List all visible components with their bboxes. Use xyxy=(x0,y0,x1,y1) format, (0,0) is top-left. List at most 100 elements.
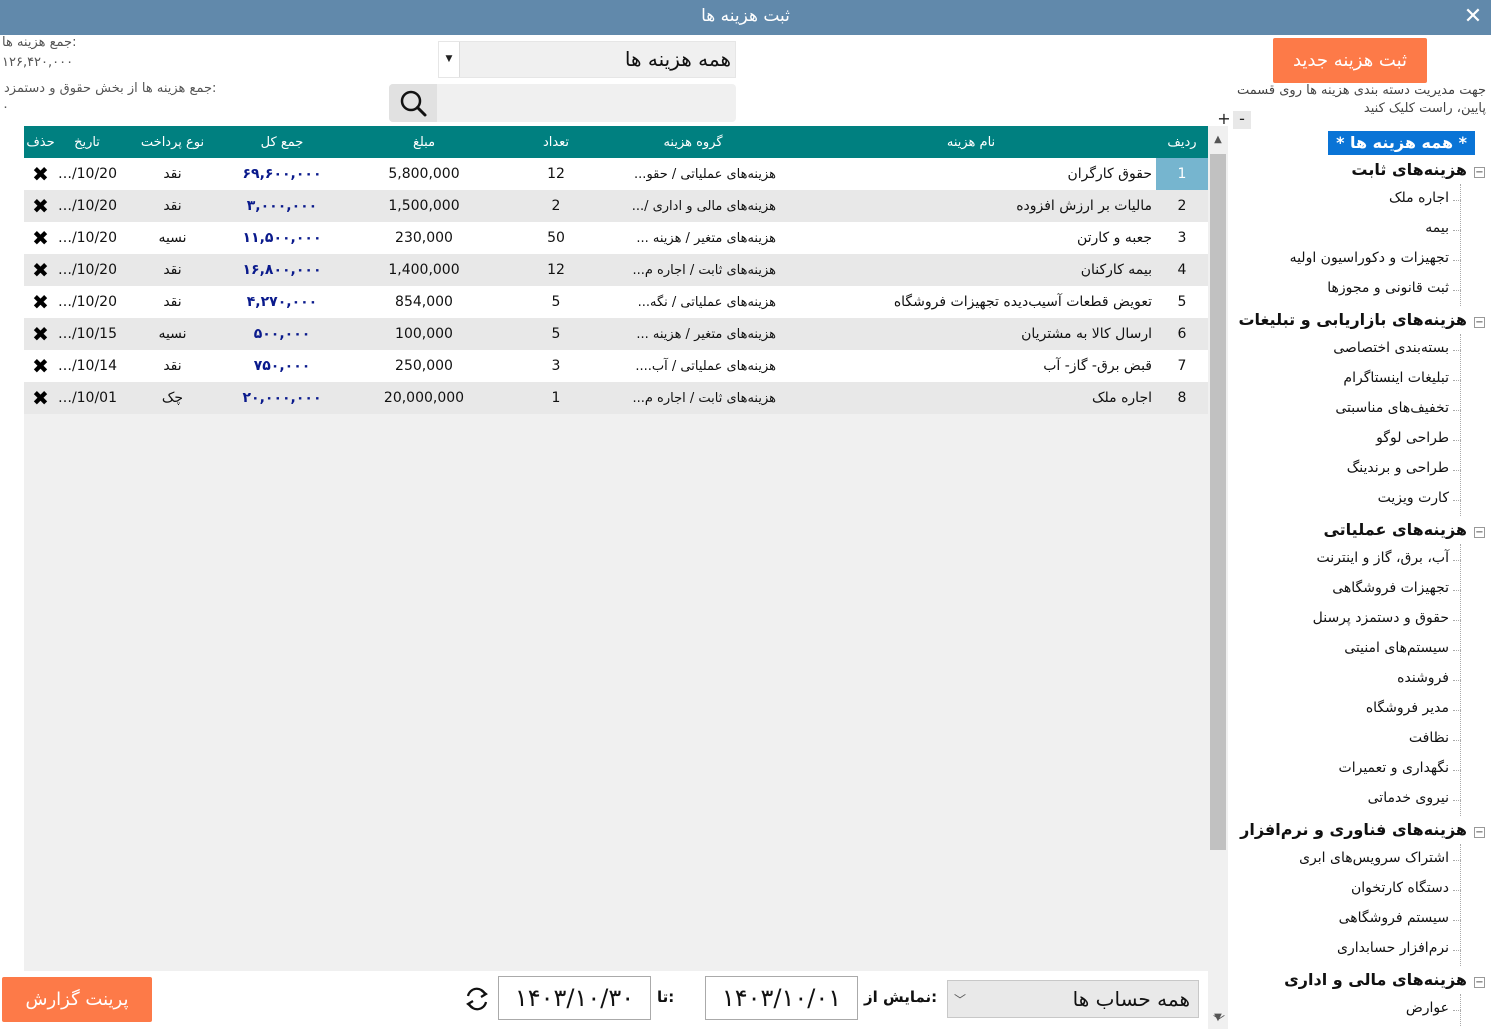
header-date[interactable]: تاریخ xyxy=(57,126,117,158)
tree-item[interactable]: فروشنده xyxy=(1397,670,1449,686)
tree-item[interactable]: سیستم فروشگاهی xyxy=(1339,910,1449,926)
tree-item[interactable]: بیمه xyxy=(1425,220,1449,236)
tree-item[interactable]: سیستم‌های امنیتی xyxy=(1344,640,1449,656)
tree-item[interactable]: تبلیغات اینستاگرام xyxy=(1343,370,1449,386)
tree-item[interactable]: حقوق و دستمزد پرسنل xyxy=(1313,610,1449,626)
tree-root-all-expenses[interactable]: * همه هزینه ها * xyxy=(1328,131,1475,155)
delete-icon[interactable]: ✖ xyxy=(32,386,49,410)
tree-category[interactable]: هزینه‌های عملیاتی xyxy=(1323,520,1467,539)
collapse-all-button[interactable]: - xyxy=(1233,111,1251,129)
collapse-toggle-icon[interactable]: − xyxy=(1474,317,1485,328)
tree-item[interactable]: تجهیزات فروشگاهی xyxy=(1332,580,1449,596)
chevron-down-icon[interactable]: ﹀ xyxy=(954,991,966,1008)
tree-category[interactable]: هزینه‌های فناوری و نرم‌افزار xyxy=(1240,820,1467,839)
expense-name: مالیات بر ارزش افزوده xyxy=(1016,198,1152,214)
tree-item[interactable]: اشتراک سرویس‌های ابری xyxy=(1299,850,1449,866)
table-row[interactable]: 6 ارسال کالا به مشتریان هزینه‌های متغیر / … xyxy=(24,318,1208,350)
scroll-up-icon[interactable]: ▲ xyxy=(1208,126,1228,154)
expense-date: 1403/10/20 xyxy=(57,198,117,214)
table-row[interactable]: 4 بیمه کارکنان هزینه‌های ثابت / اجاره م...… xyxy=(24,254,1208,286)
header-payment[interactable]: نوع پرداخت xyxy=(117,126,228,158)
delete-icon[interactable]: ✖ xyxy=(32,162,49,186)
expense-date: 1403/10/15 xyxy=(57,326,117,342)
account-select-value: همه حساب ها xyxy=(1072,987,1190,1011)
expense-group: هزینه‌های ثابت / اجاره م... xyxy=(632,390,776,406)
expense-group: هزینه‌های ثابت / اجاره م... xyxy=(632,262,776,278)
table-row[interactable]: 3 جعبه و کارتن هزینه‌های متغیر / هزینه ...… xyxy=(24,222,1208,254)
dropdown-arrow-icon[interactable]: ▼ xyxy=(439,42,460,77)
table-row[interactable]: 7 قبض برق- گاز- آب هزینه‌های عملیاتی / آب.… xyxy=(24,350,1208,382)
refresh-icon[interactable] xyxy=(462,983,492,1015)
tree-item[interactable]: نرم‌افزار حسابداری xyxy=(1337,940,1449,956)
delete-row-button[interactable]: ✖ xyxy=(24,318,57,350)
table-row[interactable]: 2 مالیات بر ارزش افزوده هزینه‌های مالی و ا… xyxy=(24,190,1208,222)
expense-amount: 230,000 xyxy=(395,230,453,246)
delete-row-button[interactable]: ✖ xyxy=(24,286,57,318)
tree-connector xyxy=(1460,184,1461,306)
header-total[interactable]: جمع کل xyxy=(228,126,336,158)
tree-category[interactable]: هزینه‌های ثابت xyxy=(1351,160,1467,179)
tree-item[interactable]: نگهداری و تعمیرات xyxy=(1339,760,1449,776)
tree-item[interactable]: تجهیزات و دکوراسیون اولیه xyxy=(1290,250,1449,266)
tree-item[interactable]: بسته‌بندی اختصاصی xyxy=(1333,340,1449,356)
print-report-button[interactable]: پرینت گزارش xyxy=(2,977,152,1022)
payment-type: نقد xyxy=(163,198,182,214)
delete-row-button[interactable]: ✖ xyxy=(24,350,57,382)
delete-icon[interactable]: ✖ xyxy=(32,290,49,314)
table-row[interactable]: 1 حقوق کارگران هزینه‌های عملیاتی / حقو... 1… xyxy=(24,158,1208,190)
expense-total: ۷۵۰,۰۰۰ xyxy=(253,358,311,374)
tree-item[interactable]: کارت ویزیت xyxy=(1378,490,1449,506)
tree-item[interactable]: اجاره ملک xyxy=(1389,190,1449,206)
new-expense-button[interactable]: ثبت هزینه جدید xyxy=(1273,38,1427,83)
tree-category[interactable]: هزینه‌های مالی و اداری xyxy=(1284,970,1467,989)
search-input[interactable] xyxy=(439,88,729,118)
expand-all-button[interactable]: + xyxy=(1215,111,1233,129)
table-row[interactable]: 5 تعویض قطعات آسیب‌دیده تجهیزات فروشگاه هز… xyxy=(24,286,1208,318)
tree-item[interactable]: نیروی خدماتی xyxy=(1368,790,1449,806)
header-group[interactable]: گروه هزینه xyxy=(600,126,786,158)
tree-connector xyxy=(1460,844,1461,966)
expense-amount: 854,000 xyxy=(395,294,453,310)
header-amount[interactable]: مبلغ xyxy=(336,126,512,158)
delete-row-button[interactable]: ✖ xyxy=(24,158,57,190)
scroll-thumb[interactable] xyxy=(1210,154,1226,850)
category-select[interactable]: ▼ همه هزینه ها xyxy=(438,41,736,78)
tree-scroll-down-icon[interactable]: ﹀ xyxy=(1210,1012,1228,1030)
to-date-field[interactable]: ۱۴۰۳/۱۰/۳۰ xyxy=(498,976,651,1020)
delete-row-button[interactable]: ✖ xyxy=(24,254,57,286)
delete-row-button[interactable]: ✖ xyxy=(24,190,57,222)
delete-row-button[interactable]: ✖ xyxy=(24,382,57,414)
expense-count: 2 xyxy=(551,198,561,214)
header-count[interactable]: تعداد xyxy=(512,126,600,158)
tree-item[interactable]: تخفیف‌های مناسبتی xyxy=(1335,400,1449,416)
tree-item[interactable]: طراحی و برندینگ xyxy=(1347,460,1449,476)
delete-icon[interactable]: ✖ xyxy=(32,226,49,250)
collapse-toggle-icon[interactable]: − xyxy=(1474,977,1485,988)
collapse-toggle-icon[interactable]: − xyxy=(1474,827,1485,838)
payment-type: نسیه xyxy=(158,230,187,246)
tree-item[interactable]: نظافت xyxy=(1409,730,1449,746)
collapse-toggle-icon[interactable]: − xyxy=(1474,527,1485,538)
table-row[interactable]: 8 اجاره ملک هزینه‌های ثابت / اجاره م... 1 20… xyxy=(24,382,1208,414)
delete-icon[interactable]: ✖ xyxy=(32,258,49,282)
row-index: 2 xyxy=(1177,198,1187,214)
tree-item[interactable]: آب، برق، گاز و اینترنت xyxy=(1317,550,1449,566)
account-select[interactable]: ﹀ همه حساب ها xyxy=(947,980,1199,1018)
tree-category[interactable]: هزینه‌های بازاریابی و تبلیغات xyxy=(1238,310,1467,329)
delete-row-button[interactable]: ✖ xyxy=(24,222,57,254)
tree-item[interactable]: مدیر فروشگاه xyxy=(1366,700,1449,716)
tree-item[interactable]: عوارض xyxy=(1406,1000,1449,1016)
table-scrollbar[interactable]: ▲ ▼ xyxy=(1208,126,1228,1029)
delete-icon[interactable]: ✖ xyxy=(32,194,49,218)
header-name[interactable]: نام هزینه xyxy=(786,126,1156,158)
from-date-field[interactable]: ۱۴۰۳/۱۰/۰۱ xyxy=(705,976,858,1020)
tree-item[interactable]: ثبت قانونی و مجوزها xyxy=(1327,280,1449,296)
close-icon[interactable]: ✕ xyxy=(1461,4,1485,30)
collapse-toggle-icon[interactable]: − xyxy=(1474,167,1485,178)
search-icon[interactable] xyxy=(389,84,437,122)
tree-item[interactable]: طراحی لوگو xyxy=(1376,430,1449,446)
delete-icon[interactable]: ✖ xyxy=(32,354,49,378)
delete-icon[interactable]: ✖ xyxy=(32,322,49,346)
header-idx[interactable]: ردیف xyxy=(1156,126,1208,158)
tree-item[interactable]: دستگاه کارتخوان xyxy=(1351,880,1449,896)
